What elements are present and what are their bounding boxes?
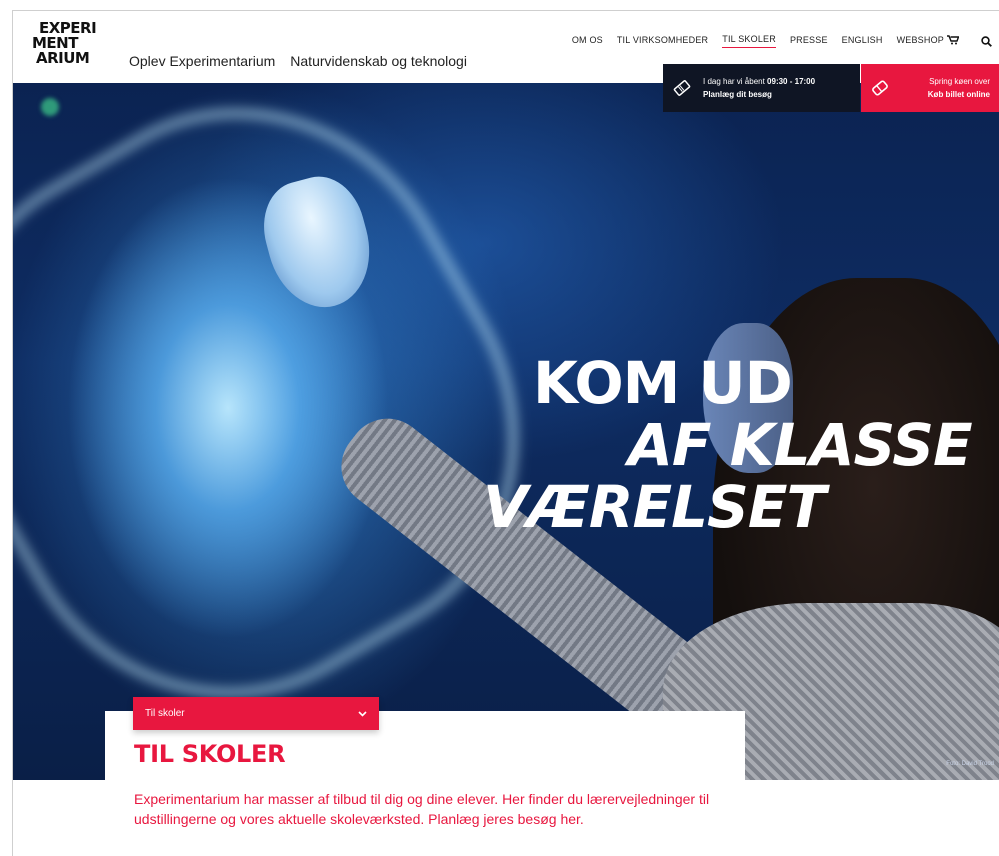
search-icon[interactable]: [981, 35, 992, 47]
hero-image: KOM UD AF KLASSE VÆRELSET Foto: David Tr…: [13, 83, 999, 780]
top-navigation: OM OS TIL VIRKSOMHEDER TIL SKOLER PRESSE…: [572, 34, 992, 48]
topnav-til-virksomheder[interactable]: TIL VIRKSOMHEDER: [617, 35, 708, 48]
buy-line-1: Spring køen over: [929, 77, 990, 86]
content-card: [105, 711, 745, 856]
headline-line-2: AF KLASSE: [628, 411, 973, 479]
buy-ticket-text: Spring køen over Køb billet online: [899, 75, 990, 101]
main-subnav: Oplev Experimentarium Naturvidenskab og …: [129, 53, 467, 69]
chevron-down-icon: [358, 710, 367, 717]
section-dropdown-label: Til skoler: [145, 708, 185, 719]
eraser-ticket-icon: [872, 80, 888, 96]
topnav-presse[interactable]: PRESSE: [790, 35, 828, 48]
logo-line-3: ARIUM: [36, 49, 90, 67]
subnav-oplev[interactable]: Oplev Experimentarium: [129, 53, 275, 69]
webshop-label: WEBSHOP: [896, 34, 944, 45]
topnav-webshop[interactable]: WEBSHOP: [897, 35, 959, 48]
opening-hours-text: I dag har vi åbent 09:30 - 17:00 Planlæg…: [703, 75, 815, 101]
section-dropdown[interactable]: Til skoler: [133, 697, 379, 730]
ticket-icon: [673, 80, 691, 96]
headline-line-3: VÆRELSET: [483, 473, 826, 541]
opening-hours-button[interactable]: I dag har vi åbent 09:30 - 17:00 Planlæg…: [663, 64, 860, 112]
opening-hours-time: 09:30 - 17:00: [767, 77, 816, 86]
section-intro: Experimentarium har masser af tilbud til…: [134, 791, 710, 827]
subnav-naturvidenskab[interactable]: Naturvidenskab og teknologi: [290, 53, 467, 69]
buy-line-2: Køb billet online: [927, 90, 990, 99]
plan-visit-link: Planlæg dit besøg: [703, 90, 772, 99]
topnav-english[interactable]: ENGLISH: [842, 35, 883, 48]
hero-decor-light: [41, 98, 59, 116]
browser-page: EXPERI MENT ARIUM Oplev Experimentarium …: [12, 10, 999, 856]
section-title: TIL SKOLER: [134, 740, 286, 768]
topnav-om-os[interactable]: OM OS: [572, 35, 603, 48]
photo-credit: Foto: David Trood: [946, 761, 994, 767]
headline-line-1: KOM UD: [533, 349, 793, 417]
opening-hours-prefix: I dag har vi åbent: [703, 77, 768, 86]
buy-ticket-button[interactable]: Spring køen over Køb billet online: [861, 64, 999, 112]
topnav-til-skoler[interactable]: TIL SKOLER: [722, 34, 776, 48]
experimentarium-logo[interactable]: EXPERI MENT ARIUM: [30, 21, 97, 67]
cart-icon: [947, 34, 959, 44]
